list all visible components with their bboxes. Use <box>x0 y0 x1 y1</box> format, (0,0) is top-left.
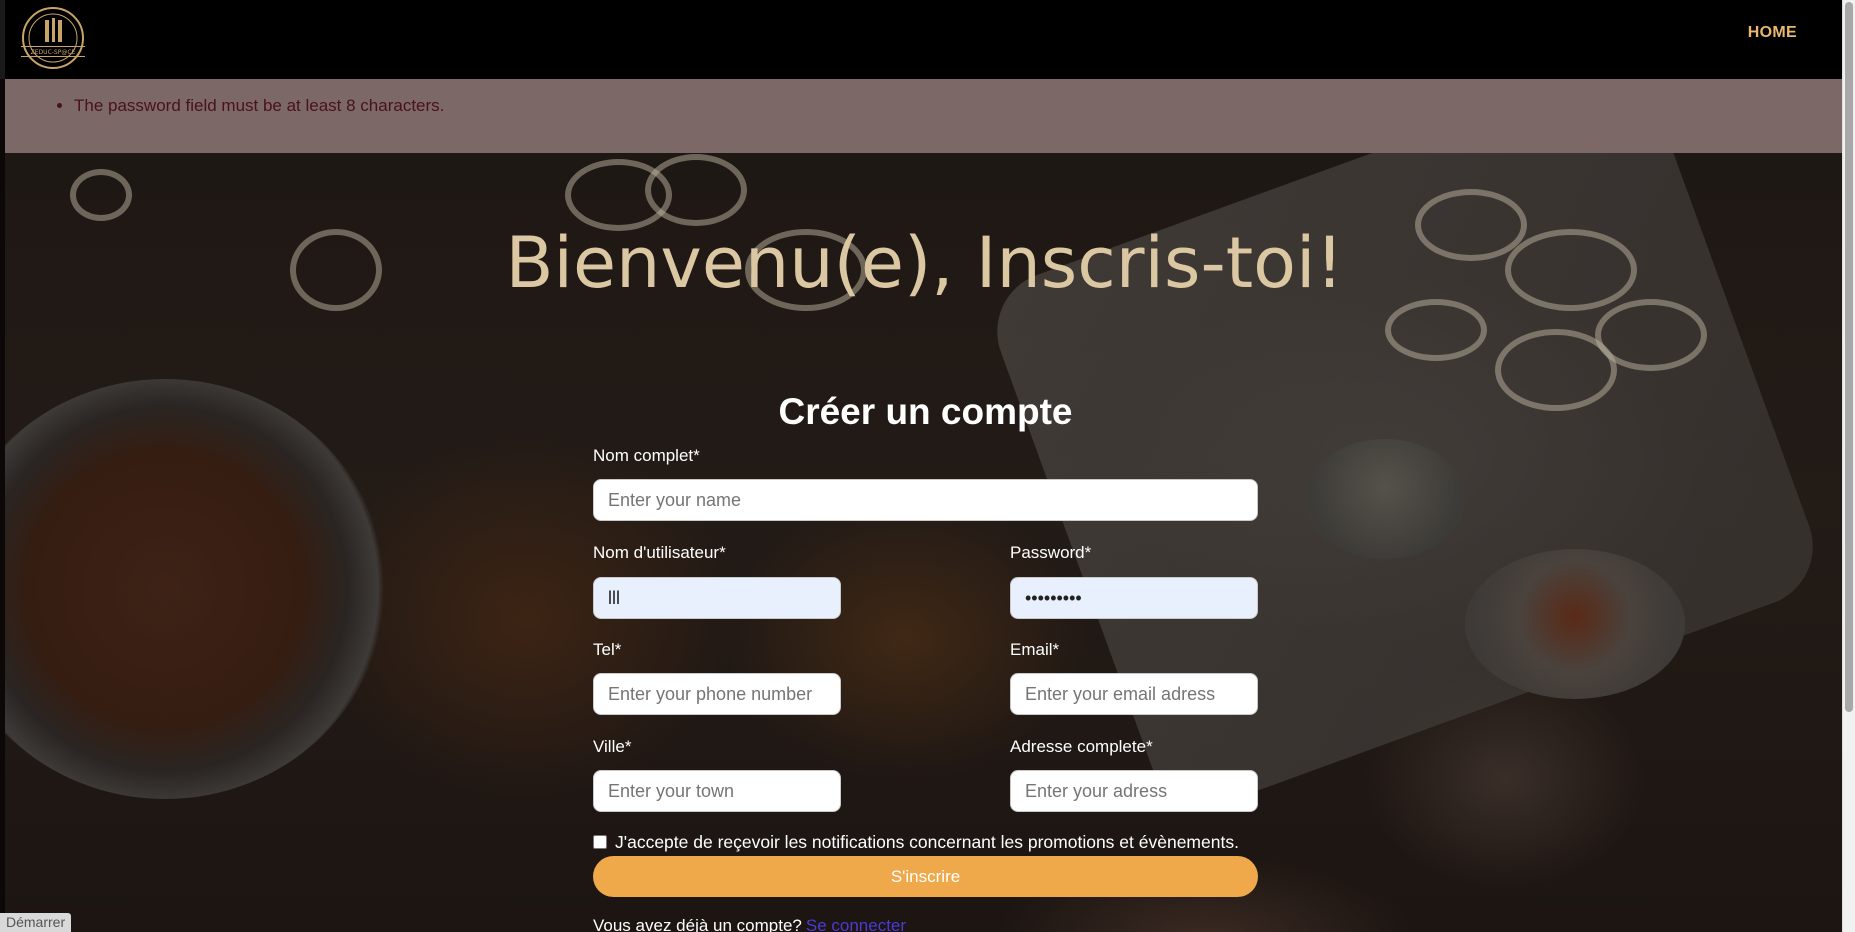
form-title: Créer un compte <box>778 391 1073 432</box>
logo-icon[interactable]: ZEDUC-SP@CE <box>15 6 91 72</box>
password-input[interactable] <box>1010 577 1258 619</box>
error-list: The password field must be at least 8 ch… <box>5 79 1844 116</box>
background-plate <box>5 379 385 799</box>
username-label: Nom d'utilisateur* <box>593 543 726 562</box>
address-label: Adresse complete* <box>1010 737 1153 756</box>
address-input[interactable] <box>1010 770 1258 812</box>
fullname-input[interactable] <box>593 479 1258 521</box>
nav-home-link[interactable]: HOME <box>1748 24 1797 42</box>
background-bowl <box>1465 549 1685 699</box>
page-scrollbar[interactable] <box>1842 0 1855 932</box>
logo-text: ZEDUC-SP@CE <box>31 49 76 56</box>
username-input[interactable] <box>593 577 841 619</box>
login-prompt: Vous avez déjà un compte? <box>593 916 802 932</box>
background-bowl <box>1305 439 1465 559</box>
consent-row: J'accepte de reçevoir les notifications … <box>593 832 1239 853</box>
error-alert: The password field must be at least 8 ch… <box>5 79 1844 153</box>
city-input[interactable] <box>593 770 841 812</box>
start-button[interactable]: Démarrer <box>0 913 72 932</box>
tel-label: Tel* <box>593 640 622 659</box>
consent-label: J'accepte de reçevoir les notifications … <box>615 832 1239 852</box>
background-onion-ring <box>1385 299 1487 361</box>
city-label: Ville* <box>593 737 632 756</box>
error-message: The password field must be at least 8 ch… <box>74 96 1844 116</box>
navbar: ZEDUC-SP@CE HOME <box>0 0 1849 79</box>
login-row: Vous avez déjà un compte? Se connecter <box>593 916 906 932</box>
background-onion-ring <box>1595 299 1707 371</box>
consent-checkbox[interactable] <box>593 835 607 849</box>
scrollbar-thumb[interactable] <box>1845 2 1853 712</box>
fullname-label: Nom complet* <box>593 446 700 465</box>
page: ZEDUC-SP@CE HOME The password field must… <box>0 0 1855 932</box>
tel-input[interactable] <box>593 673 841 715</box>
signup-button[interactable]: S'inscrire <box>593 856 1258 897</box>
background-onion-ring <box>70 169 132 221</box>
email-input[interactable] <box>1010 673 1258 715</box>
background-onion-ring <box>645 154 747 226</box>
email-label: Email* <box>1010 640 1060 659</box>
login-link[interactable]: Se connecter <box>806 916 906 932</box>
password-label: Password* <box>1010 543 1092 562</box>
hero-title: Bienvenu(e), Inscris-toi! <box>505 222 1344 304</box>
